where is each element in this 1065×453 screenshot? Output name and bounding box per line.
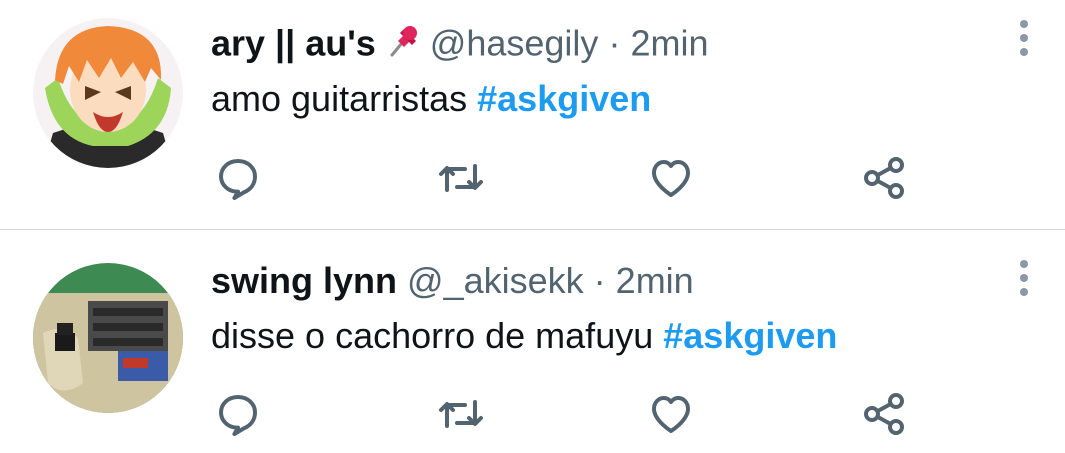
tweet-text: disse o cachorro de mafuyu #askgiven — [211, 314, 837, 358]
display-name[interactable]: ary || au's — [211, 23, 376, 64]
tweet-header: swing lynn @_akisekk · 2min — [211, 259, 694, 303]
share-icon — [864, 157, 904, 199]
avatar[interactable] — [33, 18, 183, 168]
retweet-icon — [439, 400, 483, 428]
handle[interactable]: @_akisekk — [407, 260, 584, 301]
share-button[interactable] — [854, 148, 914, 208]
display-name[interactable]: swing lynn — [211, 260, 397, 301]
retweet-button[interactable] — [431, 384, 491, 444]
like-icon — [652, 160, 690, 197]
separator: · — [593, 260, 606, 301]
reply-button[interactable] — [208, 148, 268, 208]
tweet-body: disse o cachorro de mafuyu — [211, 315, 654, 356]
hashtag-link[interactable]: #askgiven — [477, 78, 651, 119]
timestamp[interactable]: 2min — [630, 23, 708, 64]
like-icon — [652, 396, 690, 433]
tweet-body: amo guitarristas — [211, 78, 468, 119]
hashtag-link[interactable]: #askgiven — [663, 315, 837, 356]
retweet-button[interactable] — [431, 148, 491, 208]
tweet-actions — [0, 148, 1065, 208]
tweet[interactable]: swing lynn @_akisekk · 2min disse o cach… — [0, 230, 1065, 453]
more-options-icon[interactable] — [1014, 258, 1034, 302]
share-icon — [864, 393, 904, 435]
tweet[interactable]: ary || au's @hasegily · 2min amo guitarr… — [0, 0, 1065, 230]
handle[interactable]: @hasegily — [430, 23, 599, 64]
timestamp[interactable]: 2min — [616, 260, 694, 301]
more-options-icon[interactable] — [1014, 18, 1034, 62]
pushpin-icon — [384, 21, 424, 71]
separator: · — [608, 22, 621, 64]
like-button[interactable] — [641, 148, 701, 208]
retweet-icon — [439, 164, 483, 192]
share-button[interactable] — [854, 384, 914, 444]
like-button[interactable] — [641, 384, 701, 444]
reply-icon — [219, 395, 257, 436]
tweet-text: amo guitarristas #askgiven — [211, 77, 651, 121]
reply-button[interactable] — [208, 384, 268, 444]
tweet-actions — [0, 384, 1065, 444]
reply-icon — [219, 159, 257, 200]
tweet-header: ary || au's @hasegily · 2min — [211, 21, 709, 71]
